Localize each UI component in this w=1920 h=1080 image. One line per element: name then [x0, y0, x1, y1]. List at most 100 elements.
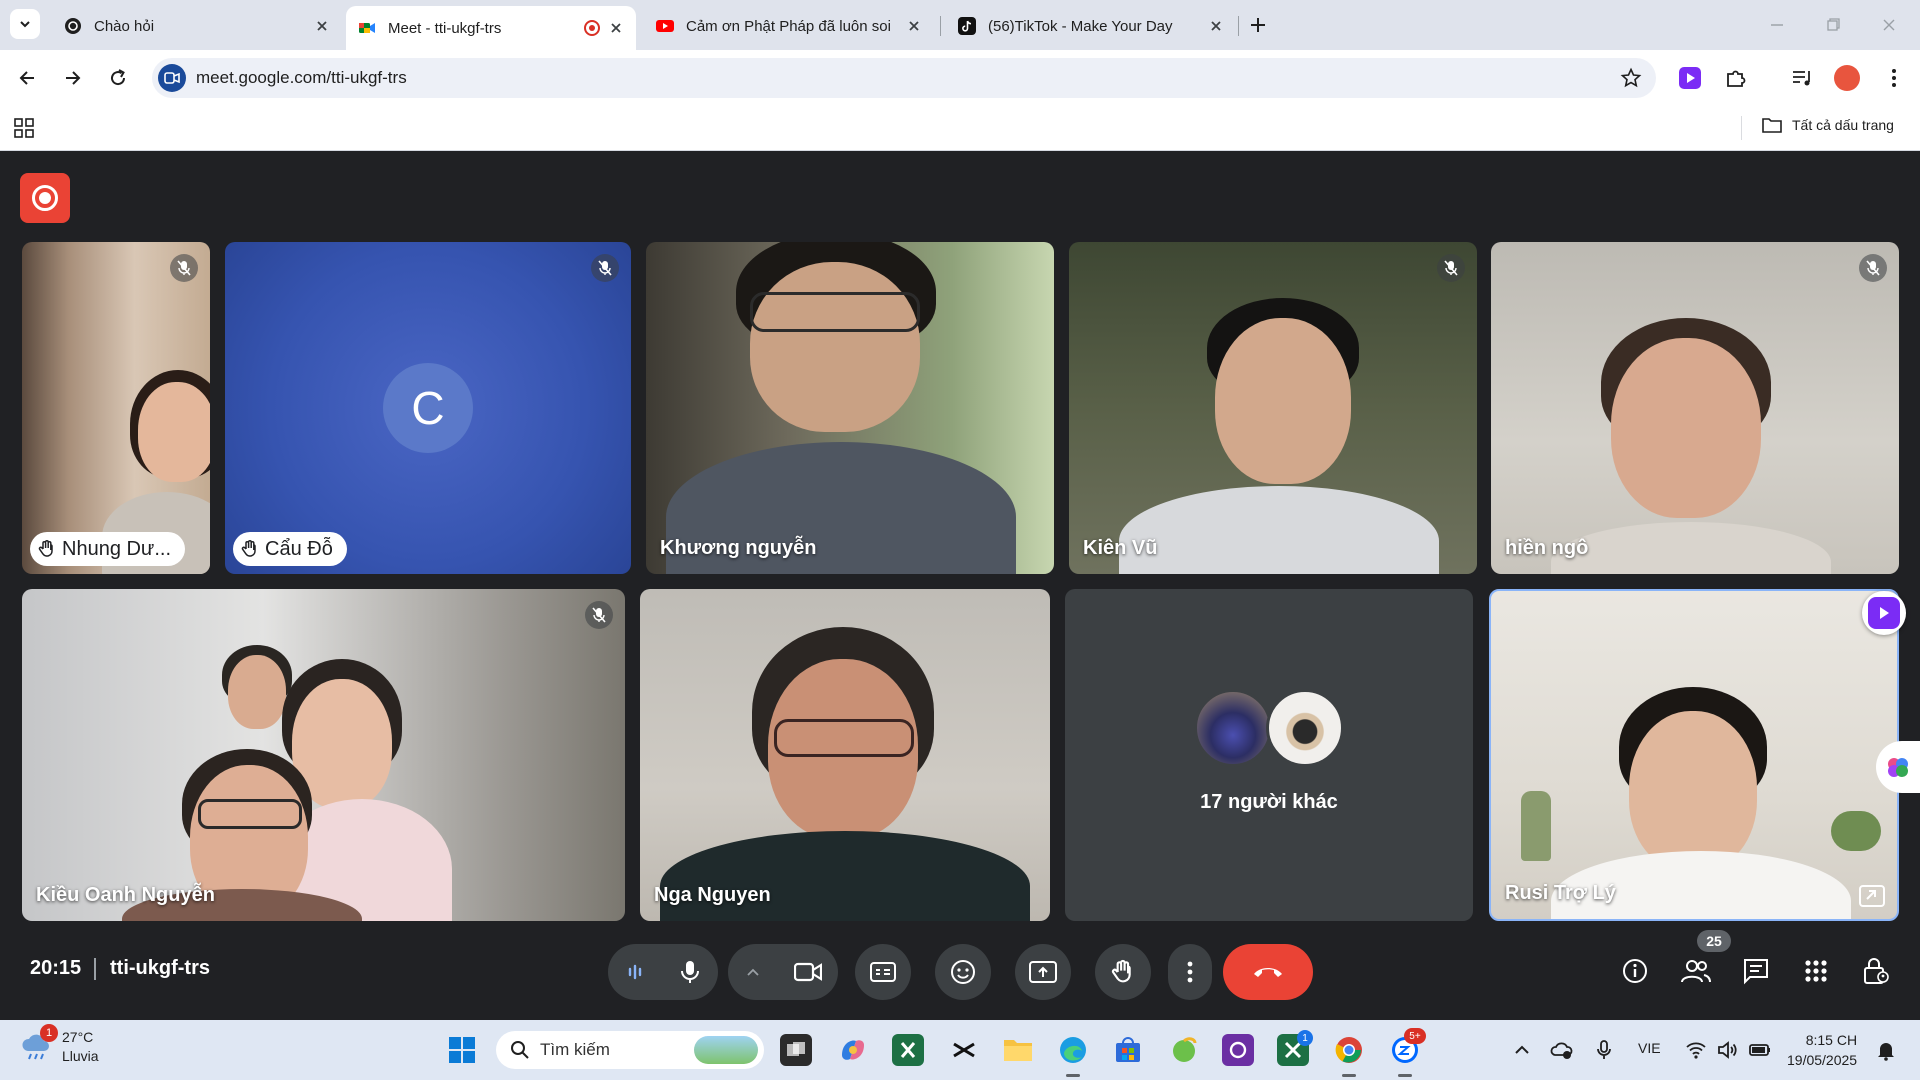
volume-icon[interactable]	[1716, 1038, 1740, 1062]
play-icon	[1868, 597, 1900, 629]
bookmark-star-icon[interactable]	[1620, 67, 1642, 89]
more-options-button[interactable]	[1168, 944, 1212, 1000]
participant-avatar	[1266, 689, 1344, 767]
tab-chao-hoi[interactable]: Chào hỏi	[52, 6, 342, 46]
participant-tile-khuong[interactable]: Khương nguyễn	[646, 242, 1054, 574]
tab-meet[interactable]: Meet - tti-ukgf-trs	[346, 6, 636, 50]
taskbar-search[interactable]: Tìm kiếm	[496, 1031, 764, 1069]
activities-button[interactable]	[1800, 955, 1832, 987]
participant-tile-nhung[interactable]: Nhung Dư...	[22, 242, 210, 574]
others-tile[interactable]: 17 người khác	[1065, 589, 1473, 921]
edge-app[interactable]	[1057, 1034, 1089, 1066]
purple-app[interactable]	[1222, 1034, 1254, 1066]
close-icon[interactable]	[314, 18, 330, 34]
xbox-badge: 1	[1297, 1030, 1313, 1046]
address-bar[interactable]: meet.google.com/tti-ukgf-trs	[152, 58, 1656, 98]
participant-tile-rusi[interactable]: Rusi Trợ Lý	[1489, 589, 1899, 921]
onedrive-cloud-icon[interactable]	[1550, 1038, 1574, 1062]
floating-extension-button[interactable]	[1862, 591, 1906, 635]
notification-bell-icon[interactable]	[1874, 1038, 1898, 1062]
mic-off-icon	[585, 601, 613, 629]
capcut-app[interactable]	[948, 1034, 980, 1066]
restore-icon[interactable]	[1820, 12, 1846, 38]
tab-tiktok[interactable]: (56)TikTok - Make Your Day	[946, 6, 1236, 46]
raise-hand-button[interactable]	[1095, 944, 1151, 1000]
present-screen-icon	[1029, 961, 1057, 983]
weather-widget[interactable]: 1 27°C Lluvia	[20, 1024, 99, 1066]
participant-tile-cau[interactable]: C Cẩu Đỗ	[225, 242, 631, 574]
camera-icon[interactable]	[793, 962, 822, 982]
tiktok-icon	[958, 17, 976, 35]
wifi-icon[interactable]	[1684, 1038, 1708, 1062]
forward-arrow-icon[interactable]	[58, 64, 86, 92]
all-bookmarks-button[interactable]: Tất cả dấu trang	[1762, 117, 1894, 133]
reactions-button[interactable]	[935, 944, 991, 1000]
side-extension-button[interactable]	[1876, 741, 1920, 793]
present-screen-button[interactable]	[1015, 944, 1071, 1000]
search-icon	[511, 1041, 529, 1059]
people-button[interactable]	[1680, 955, 1712, 987]
apps-grid-icon[interactable]	[14, 118, 34, 138]
participant-tile-hien[interactable]: hiền ngô	[1491, 242, 1899, 574]
close-window-icon[interactable]	[1876, 12, 1902, 38]
extensions-puzzle-icon[interactable]	[1722, 64, 1750, 92]
task-view-app[interactable]	[780, 1034, 812, 1066]
participant-tile-nga[interactable]: Nga Nguyen	[640, 589, 1050, 921]
leave-call-button[interactable]	[1223, 944, 1313, 1000]
menu-kebab-icon[interactable]	[1880, 64, 1908, 92]
host-controls-button[interactable]	[1860, 955, 1892, 987]
camera-control[interactable]	[728, 944, 838, 1000]
microphone-control[interactable]	[608, 944, 718, 1000]
system-clock[interactable]: 8:15 CH 19/05/2025	[1787, 1030, 1857, 1070]
extension-play-icon[interactable]	[1679, 67, 1701, 89]
tab-separator	[940, 16, 941, 36]
store-app[interactable]	[1112, 1034, 1144, 1066]
green-app[interactable]	[1168, 1034, 1200, 1066]
participant-name: Kiều Oanh Nguyễn	[36, 884, 215, 906]
raise-hand-icon	[1111, 959, 1131, 983]
reload-icon[interactable]	[104, 64, 132, 92]
url-text[interactable]: meet.google.com/tti-ukgf-trs	[196, 68, 407, 88]
meeting-details-button[interactable]	[1619, 955, 1651, 987]
copilot-app[interactable]	[837, 1034, 869, 1066]
app-ring-icon	[1229, 1041, 1247, 1059]
input-language[interactable]: VIE	[1638, 1040, 1661, 1056]
tab-search-button[interactable]	[10, 9, 40, 39]
excel-app[interactable]	[892, 1034, 924, 1066]
close-icon[interactable]	[1208, 18, 1224, 34]
microphone-icon[interactable]	[1592, 1038, 1616, 1062]
microphone-icon[interactable]	[679, 959, 701, 985]
hang-up-icon	[1254, 968, 1282, 977]
taskbar: 1 27°C Lluvia Tìm kiếm 1 5+ VIE 8:15 CH …	[0, 1020, 1920, 1080]
mic-off-icon	[1437, 254, 1465, 282]
chat-button[interactable]	[1740, 955, 1772, 987]
file-explorer-app[interactable]	[1002, 1034, 1034, 1066]
chrome-app[interactable]	[1333, 1034, 1365, 1066]
chevron-up-icon[interactable]	[1510, 1038, 1534, 1062]
captions-button[interactable]	[855, 944, 911, 1000]
close-icon[interactable]	[906, 18, 922, 34]
chevron-up-icon[interactable]	[745, 964, 761, 980]
tab-youtube[interactable]: Cảm ơn Phật Pháp đã luôn soi	[644, 6, 934, 46]
participant-avatar	[1194, 689, 1272, 767]
participant-name: Nhung Dư...	[30, 532, 185, 566]
divider	[94, 958, 96, 980]
participant-tile-kieu[interactable]: Kiều Oanh Nguyễn	[22, 589, 625, 921]
picture-in-picture-icon[interactable]	[1859, 885, 1885, 907]
profile-avatar[interactable]	[1834, 65, 1860, 91]
folder-icon	[1762, 118, 1782, 133]
start-button[interactable]	[446, 1034, 478, 1066]
battery-icon[interactable]	[1748, 1038, 1772, 1062]
site-info-icon[interactable]	[158, 64, 186, 92]
participant-count-badge: 25	[1697, 930, 1731, 952]
media-control-icon[interactable]	[1788, 64, 1816, 92]
recording-indicator-button[interactable]	[20, 173, 70, 223]
others-count-label: 17 người khác	[1200, 791, 1338, 813]
minimize-icon[interactable]	[1764, 12, 1790, 38]
participant-tile-kien[interactable]: Kiên Vũ	[1069, 242, 1477, 574]
browser-toolbar: meet.google.com/tti-ukgf-trs	[0, 50, 1920, 106]
close-icon[interactable]	[608, 20, 624, 36]
search-highlight-image	[694, 1036, 758, 1064]
back-arrow-icon[interactable]	[14, 64, 42, 92]
new-tab-plus-icon[interactable]	[1245, 12, 1271, 38]
